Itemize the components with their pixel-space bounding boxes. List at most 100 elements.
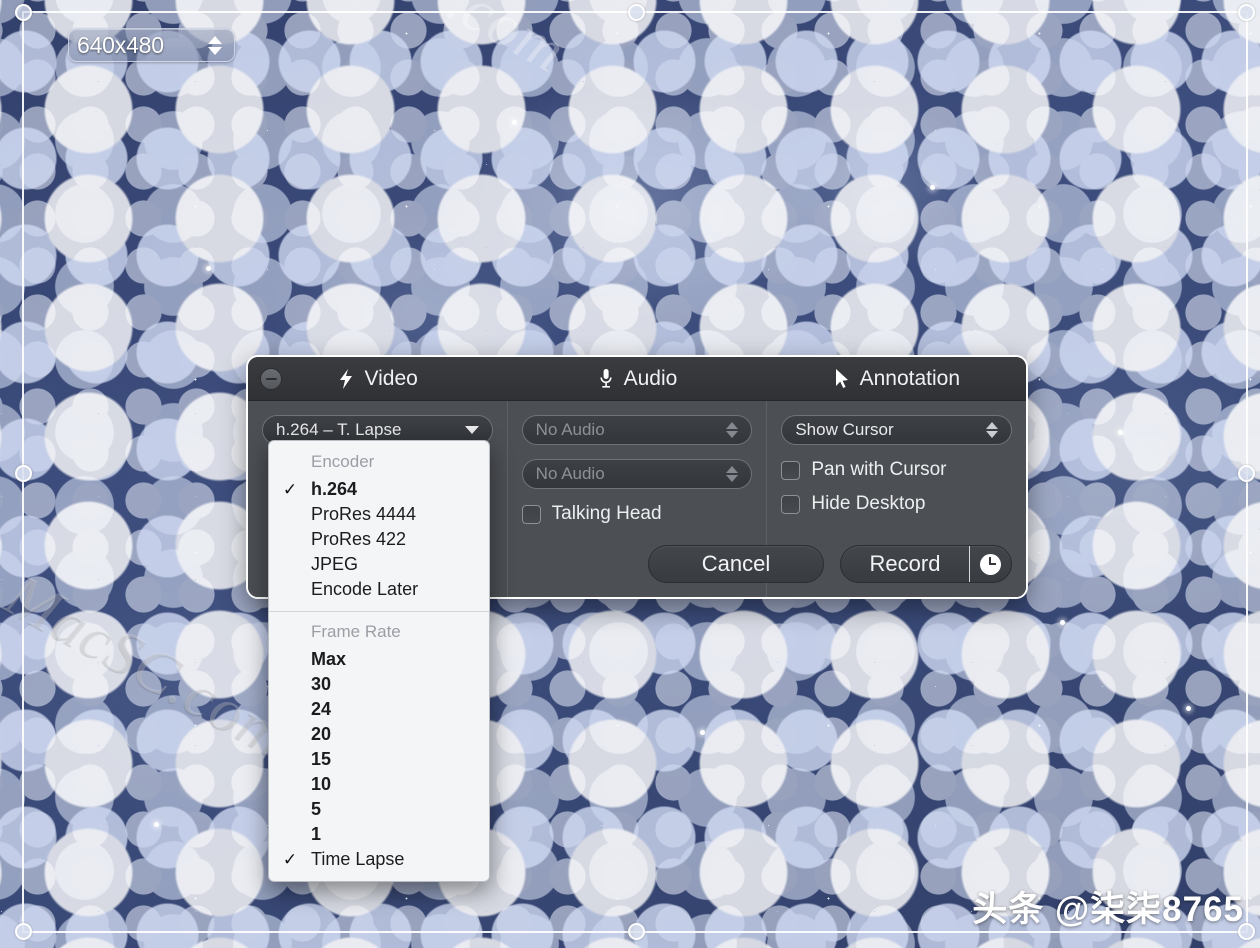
- resolution-stepper[interactable]: 640x480: [68, 28, 235, 62]
- triangle-down-icon: [726, 431, 739, 438]
- menu-item-label: ProRes 4444: [311, 504, 417, 524]
- audio-input-1-value: No Audio: [535, 420, 605, 439]
- resize-handle-top-right[interactable]: [1238, 4, 1255, 21]
- bright-star: [512, 120, 517, 125]
- menu-item-label: Max: [311, 649, 347, 669]
- tab-video-label: Video: [364, 366, 418, 390]
- menu-item[interactable]: Encode Later: [269, 577, 489, 602]
- pan-with-cursor-label: Pan with Cursor: [811, 459, 947, 480]
- menu-item[interactable]: 15: [269, 747, 489, 772]
- checkmark-icon: ✓: [282, 479, 298, 499]
- pan-with-cursor-checkbox[interactable]: [781, 460, 801, 480]
- record-button[interactable]: Record: [841, 546, 969, 582]
- talking-head-label: Talking Head: [551, 503, 662, 524]
- resize-handle-top-left[interactable]: [15, 4, 32, 21]
- menu-item-label: 1: [311, 824, 322, 844]
- panel-action-bar: Cancel Record: [648, 545, 1012, 583]
- pan-with-cursor-checkbox-row[interactable]: Pan with Cursor: [781, 459, 1012, 481]
- menu-item[interactable]: 10: [269, 772, 489, 797]
- resize-handle-middle-left[interactable]: [15, 465, 32, 482]
- resize-handle-bottom-center[interactable]: [628, 923, 645, 940]
- audio-input-2-value: No Audio: [535, 464, 605, 483]
- bright-star: [1186, 706, 1191, 711]
- triangle-down-icon: [726, 475, 739, 482]
- audio-input-1-select[interactable]: No Audio: [521, 415, 753, 445]
- menu-item-label: h.264: [311, 479, 358, 499]
- menu-item[interactable]: 24: [269, 697, 489, 722]
- watermark-toutiao: 头条 @柒柒8765: [972, 890, 1244, 929]
- menu-item-label: JPEG: [311, 554, 359, 574]
- resize-handle-bottom-right[interactable]: [1238, 923, 1255, 940]
- minus-glyph: [265, 377, 277, 381]
- menu-item[interactable]: 1: [269, 822, 489, 847]
- triangle-up-icon[interactable]: [208, 35, 222, 44]
- hide-desktop-checkbox-row[interactable]: Hide Desktop: [781, 493, 1012, 515]
- stepper-arrows-icon: [726, 466, 739, 482]
- checkmark-icon: ✓: [282, 849, 298, 869]
- menu-item-label: 15: [311, 749, 332, 769]
- hide-desktop-label: Hide Desktop: [811, 493, 926, 514]
- tab-audio-label: Audio: [623, 366, 678, 390]
- menu-item[interactable]: 30: [269, 672, 489, 697]
- menu-item[interactable]: 20: [269, 722, 489, 747]
- cursor-arrow-icon: [833, 368, 851, 390]
- resize-handle-middle-right[interactable]: [1238, 465, 1255, 482]
- tab-video[interactable]: Video: [248, 367, 507, 391]
- resolution-stepper-arrows[interactable]: [208, 35, 222, 55]
- cancel-button[interactable]: Cancel: [648, 545, 824, 583]
- menu-separator: [269, 611, 489, 612]
- menu-item-label: 20: [311, 724, 332, 744]
- clock-icon[interactable]: [969, 546, 1011, 582]
- record-button-group: Record: [840, 545, 1012, 583]
- triangle-down-icon: [986, 431, 999, 438]
- talking-head-checkbox[interactable]: [521, 504, 541, 524]
- triangle-up-icon: [986, 422, 999, 429]
- triangle-up-icon: [726, 466, 739, 473]
- menu-item-label: Encode Later: [311, 579, 419, 599]
- resolution-value: 640x480: [77, 31, 164, 58]
- desktop-background: .com MacSC.com 头条 @柒柒8765 640x480 Video …: [0, 0, 1260, 948]
- tab-annotation[interactable]: Annotation: [767, 367, 1026, 391]
- minus-circle-icon[interactable]: [260, 368, 282, 390]
- bright-star: [930, 185, 935, 190]
- lightning-bolt-icon: [337, 368, 355, 390]
- menu-section-header: Encoder: [311, 452, 375, 471]
- clock-glyph: [980, 553, 1001, 575]
- menu-item-label: 30: [311, 674, 332, 694]
- menu-item-label: 10: [311, 774, 332, 794]
- menu-item[interactable]: ProRes 4444: [269, 502, 489, 527]
- menu-item-label: 24: [311, 699, 332, 719]
- encoder-popup-menu[interactable]: Encoder ✓ h.264 ProRes 4444 ProRes 422 JPEG En…: [268, 440, 490, 882]
- tab-annotation-label: Annotation: [859, 366, 961, 390]
- menu-item[interactable]: 5: [269, 797, 489, 822]
- cursor-mode-value: Show Cursor: [795, 420, 894, 439]
- encoder-select-value: h.264 – T. Lapse: [276, 420, 402, 439]
- microphone-icon: [597, 368, 615, 390]
- bright-star: [154, 822, 159, 827]
- menu-item[interactable]: ✓ Time Lapse: [269, 847, 489, 872]
- triangle-down-icon[interactable]: [208, 46, 222, 55]
- menu-item[interactable]: ✓ h.264: [269, 477, 489, 502]
- bright-star: [206, 266, 211, 271]
- tab-audio[interactable]: Audio: [507, 367, 766, 391]
- stepper-arrows-icon: [726, 422, 739, 438]
- menu-item-label: 5: [311, 799, 322, 819]
- stepper-arrows-icon: [986, 422, 999, 438]
- bright-star: [1060, 620, 1065, 625]
- bright-star: [700, 730, 705, 735]
- bright-star: [1118, 430, 1123, 435]
- chevron-down-icon: [464, 426, 479, 434]
- menu-item[interactable]: JPEG: [269, 552, 489, 577]
- menu-item[interactable]: Max: [269, 647, 489, 672]
- panel-titlebar: Video Audio Annotation: [248, 357, 1026, 401]
- talking-head-checkbox-row[interactable]: Talking Head: [521, 503, 753, 525]
- menu-item[interactable]: ProRes 422: [269, 527, 489, 552]
- resize-handle-top-center[interactable]: [628, 4, 645, 21]
- resize-handle-bottom-left[interactable]: [15, 923, 32, 940]
- triangle-up-icon: [726, 422, 739, 429]
- cursor-mode-select[interactable]: Show Cursor: [781, 415, 1013, 445]
- menu-item-label: ProRes 422: [311, 529, 407, 549]
- audio-input-2-select[interactable]: No Audio: [521, 459, 753, 489]
- hide-desktop-checkbox[interactable]: [781, 494, 801, 514]
- watermark-top-partial: .com: [436, 0, 577, 86]
